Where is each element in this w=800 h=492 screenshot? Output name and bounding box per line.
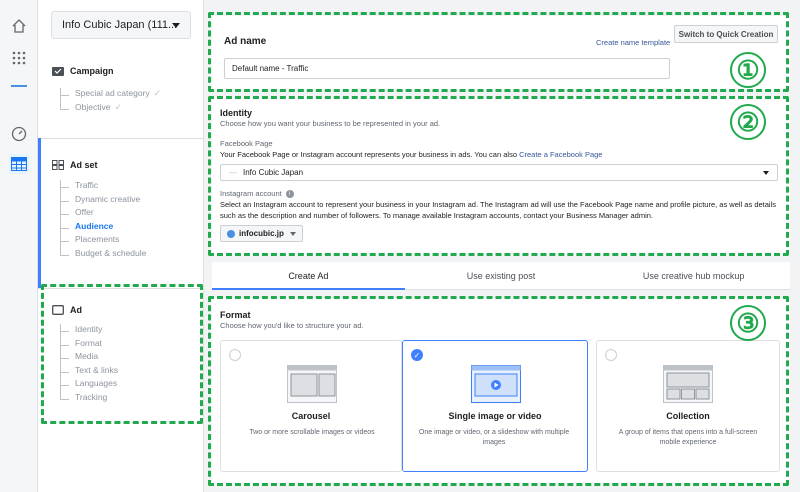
annotation-number-1: ①: [730, 52, 766, 88]
account-logo-icon[interactable]: [9, 76, 29, 96]
checkmark-icon: ✓: [114, 101, 122, 112]
tab-use-existing-post[interactable]: Use existing post: [405, 262, 598, 289]
account-selector[interactable]: Info Cubic Japan (111...: [51, 11, 191, 39]
nav-campaign[interactable]: Campaign: [52, 66, 114, 76]
navigation-panel: Info Cubic Japan (111... Campaign Specia…: [38, 0, 204, 492]
single-image-description: One image or video, or a slideshow with …: [418, 429, 570, 446]
identity-title: Identity: [220, 108, 253, 118]
nav-adset-title: Ad set: [70, 160, 98, 170]
format-option-carousel[interactable]: Carousel Two or more scrollable images o…: [220, 340, 402, 472]
gauge-icon[interactable]: [9, 124, 29, 144]
caret-down-icon: [289, 231, 296, 236]
ad-name-input-value: Default name - Traffic: [232, 64, 309, 73]
checkmark-icon: ✓: [153, 88, 162, 98]
icon-rail: [0, 0, 38, 492]
nav-item-audience[interactable]: Audience: [60, 220, 146, 235]
nav-item-objective[interactable]: Objective ✓: [60, 101, 161, 116]
apps-grid-icon[interactable]: [9, 48, 29, 68]
instagram-avatar: [227, 229, 235, 238]
single-image-thumbnail-icon: [471, 365, 521, 403]
facebook-page-select[interactable]: — Info Cubic Japan: [220, 164, 778, 181]
nav-campaign-title: Campaign: [70, 66, 114, 76]
nav-item-dynamic-creative[interactable]: Dynamic creative: [60, 193, 146, 208]
nav-item-budget-schedule[interactable]: Budget & schedule: [60, 247, 146, 262]
nav-ad-title: Ad: [70, 305, 82, 315]
collection-radio[interactable]: [605, 349, 617, 361]
carousel-title: Carousel: [291, 411, 331, 421]
identity-card: Identity Choose how you want your busine…: [212, 96, 790, 256]
ads-manager-table-icon[interactable]: [9, 154, 29, 174]
ad-source-tabs: Create Ad Use existing post Use creative…: [212, 262, 790, 290]
caret-down-icon: [172, 23, 180, 28]
info-icon[interactable]: i: [285, 189, 294, 198]
collection-title: Collection: [666, 411, 710, 421]
nav-item-offer[interactable]: Offer: [60, 207, 146, 221]
nav-item-tracking[interactable]: Tracking: [60, 391, 118, 406]
collection-description: A group of items that opens into a full-…: [618, 429, 758, 446]
home-icon[interactable]: [9, 16, 29, 36]
facebook-page-help: Your Facebook Page or Instagram account …: [220, 150, 603, 159]
annotation-number-3: ③: [730, 305, 766, 341]
carousel-radio[interactable]: [229, 349, 241, 361]
switch-quick-creation-button[interactable]: Switch to Quick Creation: [674, 25, 778, 43]
nav-item-identity[interactable]: Identity: [60, 324, 118, 338]
format-subtitle: Choose how you'd like to structure your …: [220, 321, 364, 330]
page-dash-icon: —: [229, 168, 237, 177]
selected-section-indicator: [38, 138, 41, 288]
carousel-thumbnail-icon: [287, 365, 337, 403]
format-option-collection[interactable]: Collection A group of items that opens i…: [596, 340, 780, 472]
caret-down-icon: [763, 171, 769, 175]
nav-item-languages[interactable]: Languages: [60, 378, 118, 392]
nav-adset[interactable]: Ad set: [52, 160, 98, 170]
single-image-radio-selected[interactable]: ✓: [411, 349, 423, 361]
ad-name-title: Ad name: [224, 36, 267, 47]
single-image-title: Single image or video: [448, 411, 542, 421]
divider: [38, 288, 204, 289]
divider: [38, 138, 204, 139]
nav-ad[interactable]: Ad: [52, 305, 82, 315]
folder-icon: [52, 66, 64, 76]
facebook-page-value: Info Cubic Japan: [243, 168, 304, 177]
nav-item-format[interactable]: Format: [60, 337, 118, 352]
format-option-single-image-video[interactable]: ✓ Single image or video One image or vid…: [402, 340, 588, 472]
collection-thumbnail-icon: [663, 365, 713, 403]
facebook-page-label: Facebook Page: [220, 139, 273, 148]
ad-square-icon: [52, 305, 64, 315]
tab-create-ad[interactable]: Create Ad: [212, 262, 405, 290]
ad-name-card: Ad name Create name template Switch to Q…: [212, 16, 790, 90]
ad-tree: Identity Format Media Text & links Langu…: [60, 324, 118, 405]
create-facebook-page-link[interactable]: Create a Facebook Page: [519, 150, 602, 159]
tab-creative-hub-mockup[interactable]: Use creative hub mockup: [597, 262, 790, 289]
identity-subtitle: Choose how you want your business to be …: [220, 119, 441, 128]
annotation-number-2: ②: [730, 104, 766, 140]
nav-item-special-ad-category[interactable]: Special ad category ✓: [60, 88, 161, 102]
create-name-template-link[interactable]: Create name template: [596, 38, 670, 47]
adset-tree: Traffic Dynamic creative Offer Audience …: [60, 180, 146, 261]
instagram-account-label: Instagram account: [220, 189, 282, 198]
nav-item-traffic[interactable]: Traffic: [60, 180, 146, 194]
format-title: Format: [220, 310, 251, 320]
nav-item-media[interactable]: Media: [60, 351, 118, 365]
ad-name-input[interactable]: Default name - Traffic: [224, 58, 670, 79]
instagram-account-help: Select an Instagram account to represent…: [220, 200, 776, 220]
instagram-account-value: infocubic.jp: [239, 229, 284, 238]
account-name: Info Cubic Japan (111...: [62, 19, 178, 31]
main-content: Ad name Create name template Switch to Q…: [204, 0, 800, 492]
carousel-description: Two or more scrollable images or videos: [249, 429, 375, 436]
nav-item-text-links[interactable]: Text & links: [60, 364, 118, 379]
nav-item-placements[interactable]: Placements: [60, 234, 146, 248]
instagram-account-label-row: Instagram account i: [220, 189, 294, 198]
campaign-tree: Special ad category ✓ Objective ✓: [60, 88, 161, 115]
adset-grid-icon: [52, 160, 64, 170]
instagram-account-select[interactable]: infocubic.jp: [220, 225, 303, 242]
